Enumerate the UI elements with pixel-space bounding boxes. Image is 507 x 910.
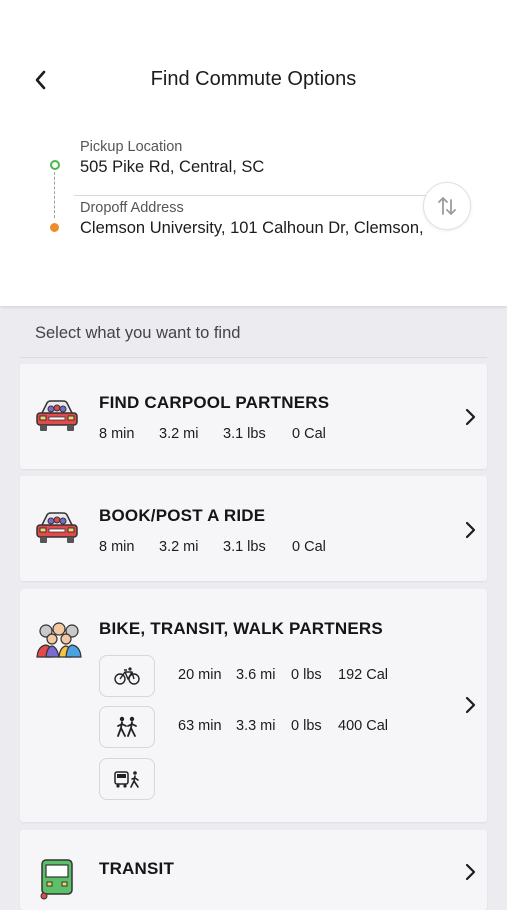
- location-header: Find Commute Options Pickup Location 505…: [0, 0, 507, 306]
- card-title: BOOK/POST A RIDE: [99, 506, 266, 525]
- swap-arrows-icon: [438, 197, 456, 215]
- bike-mode-button[interactable]: [99, 655, 155, 697]
- pickup-label: Pickup Location: [80, 139, 183, 155]
- chevron-right-icon: [465, 521, 476, 539]
- route-connector: [54, 172, 55, 218]
- field-divider: [74, 195, 436, 196]
- page-title: Find Commute Options: [150, 68, 357, 90]
- stat-duration: 8 min: [99, 539, 135, 555]
- dropoff-dot-icon: [50, 223, 59, 232]
- stat-distance: 3.2 mi: [159, 539, 199, 555]
- bike-transit-walk-card[interactable]: BIKE, TRANSIT, WALK PARTNERS 20 min 3.6 …: [20, 589, 487, 822]
- bus-walk-mode-button[interactable]: [99, 758, 155, 800]
- card-title: BIKE, TRANSIT, WALK PARTNERS: [99, 619, 383, 638]
- walk-mode-button[interactable]: [99, 706, 155, 748]
- card-title: FIND CARPOOL PARTNERS: [99, 393, 330, 412]
- chevron-right-icon: [465, 408, 476, 426]
- book-post-ride-card[interactable]: BOOK/POST A RIDE 8 min 3.2 mi 3.1 lbs 0 …: [20, 476, 487, 581]
- bike-duration: 20 min: [178, 667, 222, 683]
- swap-locations-button[interactable]: [423, 182, 471, 230]
- walk-distance: 3.3 mi: [236, 718, 276, 734]
- stat-emissions: 3.1 lbs: [223, 426, 266, 442]
- dropoff-field[interactable]: Clemson University, 101 Calhoun Dr, Clem…: [80, 219, 435, 238]
- stat-emissions: 3.1 lbs: [223, 539, 266, 555]
- walk-emissions: 0 lbs: [291, 718, 322, 734]
- card-title: TRANSIT: [99, 859, 175, 878]
- section-label: Select what you want to find: [35, 324, 241, 342]
- stat-calories: 0 Cal: [292, 539, 326, 555]
- group-of-people-icon: [36, 622, 82, 658]
- carpool-partners-card[interactable]: FIND CARPOOL PARTNERS 8 min 3.2 mi 3.1 l…: [20, 364, 487, 469]
- walking-people-icon: [117, 716, 137, 737]
- chevron-right-icon: [465, 696, 476, 714]
- car-with-passengers-icon: [36, 400, 78, 431]
- walk-duration: 63 min: [178, 718, 222, 734]
- stat-calories: 0 Cal: [292, 426, 326, 442]
- bike-emissions: 0 lbs: [291, 667, 322, 683]
- bicycle-icon: [114, 667, 140, 685]
- walk-calories: 400 Cal: [338, 718, 388, 734]
- stat-duration: 8 min: [99, 426, 135, 442]
- section-divider: [20, 357, 487, 358]
- transit-card[interactable]: TRANSIT: [20, 830, 487, 910]
- pickup-field[interactable]: 505 Pike Rd, Central, SC: [80, 158, 435, 177]
- pickup-dot-icon: [50, 160, 60, 170]
- bike-distance: 3.6 mi: [236, 667, 276, 683]
- dropoff-label: Dropoff Address: [80, 200, 184, 216]
- bus-walk-icon: [114, 771, 139, 788]
- bike-calories: 192 Cal: [338, 667, 388, 683]
- stat-distance: 3.2 mi: [159, 426, 199, 442]
- car-with-passengers-icon: [36, 512, 78, 543]
- bus-icon: [40, 859, 73, 900]
- chevron-right-icon: [465, 863, 476, 881]
